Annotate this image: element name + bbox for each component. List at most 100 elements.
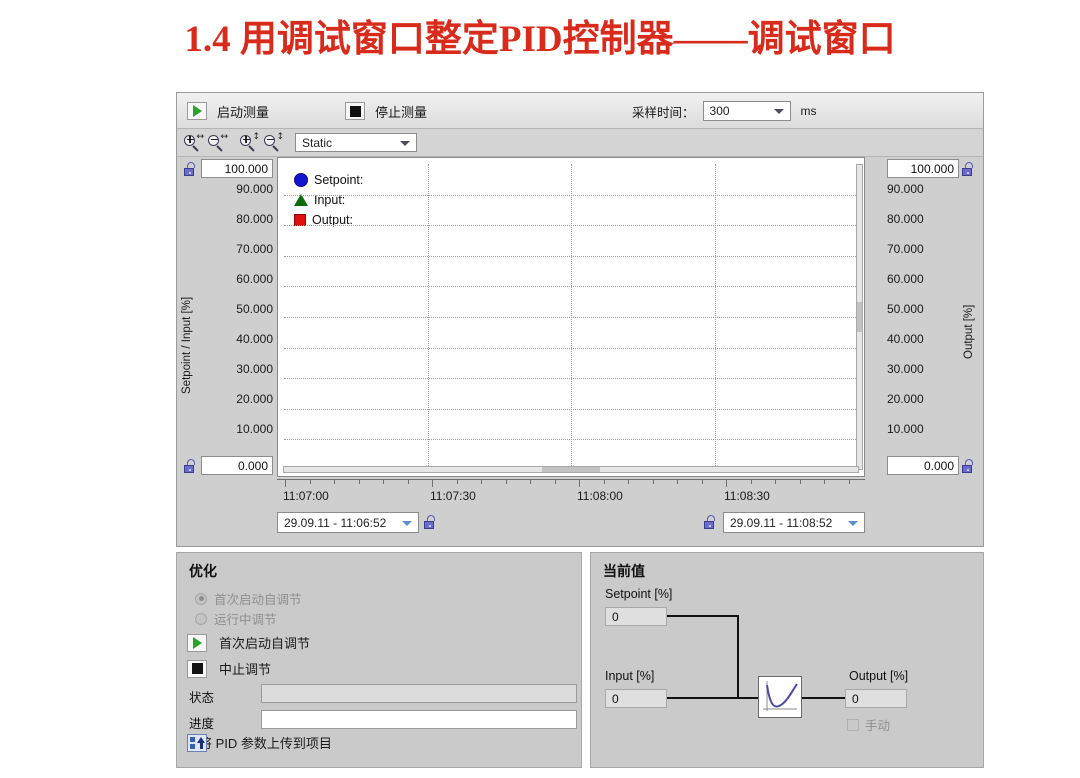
chevron-down-icon[interactable] <box>400 140 410 146</box>
abort-tuning-label: 中止调节 <box>219 662 272 677</box>
play-icon <box>187 102 207 120</box>
zoom-out-vertical-icon[interactable]: ↕ <box>263 132 285 153</box>
legend-item: Output: <box>294 210 363 230</box>
axis-tick: 30.000 <box>236 362 273 376</box>
chart-view-toolbar: ↔ ↔ ↕ ↕ Static <box>177 129 983 157</box>
left-axis-min-lock-icon[interactable] <box>184 459 198 473</box>
axis-tick: 80.000 <box>236 212 273 226</box>
right-axis-max-input[interactable]: 100.000 <box>887 159 959 178</box>
time-axis-label: 11:07:30 <box>430 489 476 503</box>
start-time-lock-icon[interactable] <box>424 515 438 529</box>
radio-first-start-label: 首次启动自调节 <box>214 593 302 607</box>
time-axis-minor-tick <box>628 479 629 484</box>
optimization-title: 优化 <box>189 563 217 579</box>
start-time-select[interactable]: 29.09.11 - 11:06:52 <box>277 512 419 533</box>
time-axis-label: 11:08:30 <box>724 489 770 503</box>
wire-setpoint-vertical <box>737 615 739 699</box>
radio-unselected-icon <box>195 612 207 625</box>
upload-icon <box>187 733 207 752</box>
chevron-down-icon[interactable] <box>773 109 784 114</box>
progress-bar <box>261 710 577 729</box>
time-axis: 11:07:00 11:07:30 11:08:00 11:08:30 <box>277 479 865 507</box>
sampling-time-input[interactable]: 300 <box>702 101 791 121</box>
start-time-value: 29.09.11 - 11:06:52 <box>284 515 387 530</box>
end-time-value: 29.09.11 - 11:08:52 <box>730 515 833 530</box>
time-axis-tick <box>432 479 433 487</box>
manual-mode-label: 手动 <box>865 719 891 733</box>
sampling-time-unit: ms <box>800 104 817 118</box>
time-axis-label: 11:07:00 <box>283 489 329 503</box>
right-axis-min-lock-icon[interactable] <box>962 459 976 473</box>
optimization-panel: 优化 首次启动自调节 运行中调节 首次启动自调节 中止调节 状态 进度 将 PI… <box>176 552 582 768</box>
time-axis-minor-tick <box>799 479 801 484</box>
axis-tick: 30.000 <box>887 362 924 376</box>
start-measure-button[interactable]: 启动测量 <box>187 93 269 129</box>
manual-mode-checkbox[interactable]: 手动 <box>847 715 890 734</box>
axis-tick: 20.000 <box>236 392 273 406</box>
chevron-down-icon[interactable] <box>848 520 858 526</box>
abort-tuning-button[interactable]: 中止调节 <box>187 659 271 678</box>
right-axis-ticks: 100.000 90.000 80.000 70.000 60.000 50.000 40.… <box>887 157 959 475</box>
legend-label: Setpoint: <box>314 173 364 187</box>
axis-tick: 40.000 <box>887 332 924 346</box>
left-axis-max-input[interactable]: 100.000 <box>201 159 273 178</box>
end-time-lock-icon[interactable] <box>704 515 718 529</box>
time-axis-minor-tick <box>701 479 703 484</box>
sampling-time-label: 采样时间： <box>632 105 695 120</box>
plot-area[interactable]: Setpoint: Input: Output: <box>277 157 865 477</box>
axis-tick: 10.000 <box>236 422 273 436</box>
time-axis-minor-tick <box>603 479 605 484</box>
zoom-in-vertical-icon[interactable]: ↕ <box>239 132 261 153</box>
page-title: 1.4 用调试窗口整定PID控制器——调试窗口 <box>184 19 896 60</box>
measurement-toolbar: 启动测量 停止测量 采样时间： 300 ms <box>177 93 983 129</box>
left-axis-title: Setpoint / Input [%] <box>181 296 193 394</box>
upload-pid-params-button[interactable]: 将 PID 参数上传到项目 <box>187 733 332 752</box>
chart-legend: Setpoint: Input: Output: <box>294 170 363 230</box>
radio-first-start-tuning[interactable]: 首次启动自调节 <box>195 589 302 608</box>
left-axis-ticks: 100.000 90.000 80.000 70.000 60.000 50.000 40.… <box>201 157 273 475</box>
start-tuning-button[interactable]: 首次启动自调节 <box>187 633 310 652</box>
view-mode-value: Static <box>302 135 333 150</box>
view-mode-select[interactable]: Static <box>295 133 417 152</box>
input-value: 0 <box>612 691 619 706</box>
time-axis-tick <box>726 479 727 487</box>
input-label: Input [%] <box>605 669 655 683</box>
zoom-in-horizontal-icon[interactable]: ↔ <box>183 132 205 153</box>
axis-tick: 70.000 <box>236 242 273 256</box>
axis-tick: 90.000 <box>236 182 273 196</box>
axis-tick: 40.000 <box>236 332 273 346</box>
time-axis-minor-tick <box>309 479 311 484</box>
axis-tick: 70.000 <box>887 242 924 256</box>
time-axis-minor-tick <box>677 479 678 484</box>
time-axis-minor-tick <box>848 479 850 484</box>
upload-pid-params-label: 将 PID 参数上传到项目 <box>199 736 332 751</box>
legend-marker-circle-icon <box>294 173 308 187</box>
radio-in-run-tuning[interactable]: 运行中调节 <box>195 609 277 628</box>
stop-measure-button[interactable]: 停止测量 <box>345 93 427 129</box>
output-value: 0 <box>852 691 859 706</box>
right-axis-max-lock-icon[interactable] <box>962 162 976 176</box>
time-axis-minor-tick <box>530 479 531 484</box>
left-axis-max-lock-icon[interactable] <box>184 162 198 176</box>
axis-tick: 10.000 <box>887 422 924 436</box>
axis-tick: 50.000 <box>236 302 273 316</box>
chevron-down-icon[interactable] <box>402 520 412 526</box>
axis-tick: 50.000 <box>887 302 924 316</box>
plot-vertical-scrollbar[interactable] <box>856 164 863 470</box>
time-axis-minor-tick <box>407 479 409 484</box>
axis-tick: 60.000 <box>887 272 924 286</box>
plot-canvas[interactable]: Setpoint: Input: Output: <box>284 164 858 470</box>
sampling-time-value: 300 <box>709 104 730 118</box>
end-time-select[interactable]: 29.09.11 - 11:08:52 <box>723 512 865 533</box>
plot-horizontal-scrollbar[interactable] <box>283 466 859 473</box>
checkbox-unchecked-icon <box>847 718 859 731</box>
time-axis-minor-tick <box>358 479 360 484</box>
right-axis-min-input[interactable]: 0.000 <box>887 456 959 475</box>
start-tuning-label: 首次启动自调节 <box>219 636 311 651</box>
legend-marker-square-icon <box>294 214 306 226</box>
right-axis-min-value: 0.000 <box>923 458 954 473</box>
left-axis-min-input[interactable]: 0.000 <box>201 456 273 475</box>
right-axis-title: Output [%] <box>963 304 975 360</box>
zoom-out-horizontal-icon[interactable]: ↔ <box>207 132 229 153</box>
time-axis-minor-tick <box>750 479 752 484</box>
